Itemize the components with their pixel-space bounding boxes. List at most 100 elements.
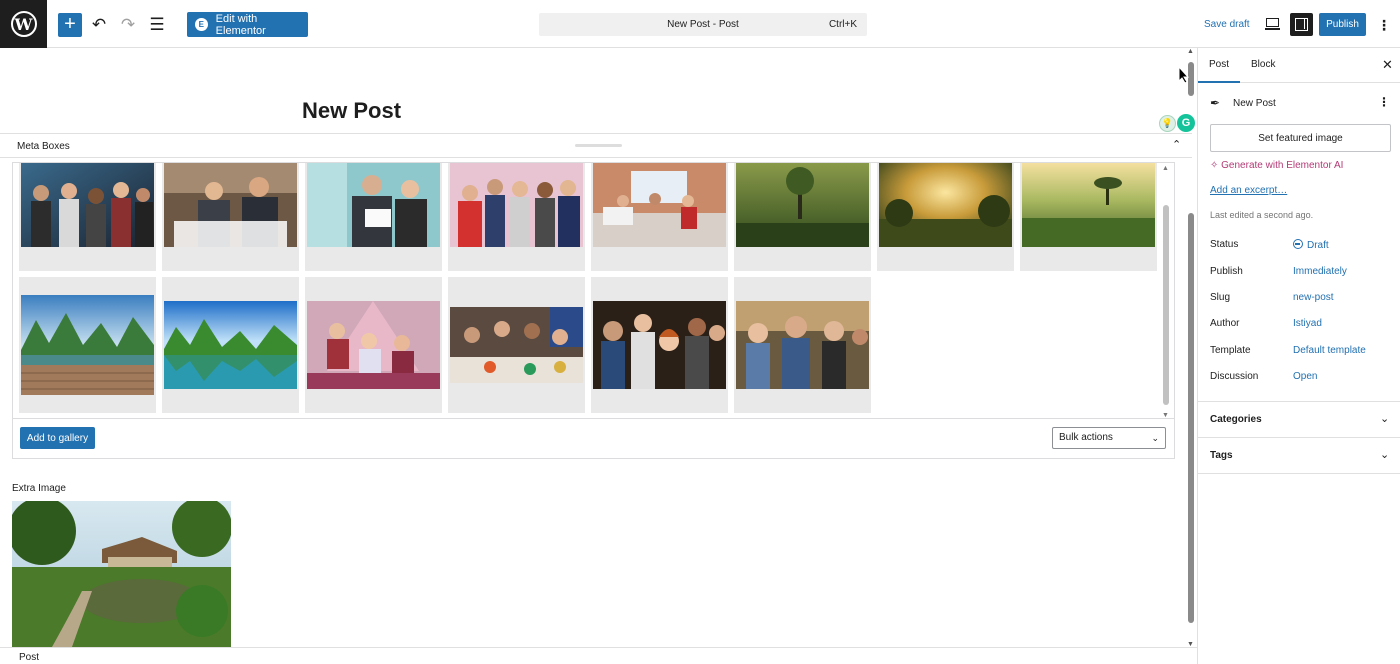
- chevron-down-icon: ⌄: [1380, 449, 1390, 461]
- gallery-item[interactable]: [19, 163, 156, 271]
- template-value[interactable]: Default template: [1293, 345, 1366, 356]
- scrollbar-thumb[interactable]: [1188, 213, 1194, 623]
- gallery-thumb-friends-laughing: [736, 301, 869, 389]
- gallery-item[interactable]: [734, 163, 871, 271]
- gallery-item[interactable]: [305, 277, 442, 413]
- gallery-thumb-sunrise-forest: [879, 163, 1012, 247]
- wordpress-logo-button[interactable]: W: [0, 0, 47, 48]
- bulb-icon[interactable]: 💡: [1159, 115, 1176, 132]
- chevron-down-icon: ⌄: [1151, 433, 1159, 443]
- gallery-item[interactable]: [305, 163, 442, 271]
- gallery-item[interactable]: [591, 277, 728, 413]
- chevron-up-icon[interactable]: ⌃: [1172, 138, 1181, 151]
- post-actions-more-icon[interactable]: ⋮: [1378, 95, 1390, 109]
- meta-boxes-label: Meta Boxes: [17, 141, 70, 152]
- gallery-thumb-office-lounge: [593, 163, 726, 247]
- resize-handle[interactable]: [575, 144, 622, 147]
- gallery-item[interactable]: [591, 163, 728, 271]
- author-label: Author: [1210, 318, 1240, 329]
- discussion-value[interactable]: Open: [1293, 371, 1317, 382]
- sidebar-tabs: Post Block ✕: [1197, 48, 1400, 83]
- gallery-thumb-kids-christmas: [307, 301, 440, 389]
- gallery-item[interactable]: [162, 277, 299, 413]
- editor-canvas: New Post 💡 G Meta Boxes ⌃ ▲ ▼ Add to gal…: [0, 48, 1197, 664]
- settings-sidebar-toggle[interactable]: [1290, 13, 1313, 36]
- block-inserter-button[interactable]: +: [58, 13, 82, 37]
- gallery-item[interactable]: [162, 163, 299, 271]
- wordpress-icon: W: [10, 11, 37, 37]
- draft-status-icon: [1293, 239, 1303, 249]
- template-row: Template Default template: [1210, 345, 1394, 359]
- slug-label: Slug: [1210, 292, 1231, 303]
- sidebar-icon: [1295, 18, 1308, 31]
- preview-screen-shape: [1265, 18, 1279, 27]
- elementor-icon: E: [195, 18, 208, 31]
- scrollbar-thumb[interactable]: [1163, 205, 1169, 405]
- categories-panel[interactable]: Categories ⌄: [1198, 401, 1400, 438]
- categories-label: Categories: [1210, 414, 1262, 425]
- editor-scrollbar[interactable]: ▲ ▼: [1186, 48, 1196, 648]
- gallery-item[interactable]: [448, 163, 585, 271]
- discussion-label: Discussion: [1210, 371, 1259, 382]
- publish-value[interactable]: Immediately: [1293, 266, 1347, 277]
- discussion-row: Discussion Open: [1210, 371, 1394, 385]
- add-excerpt-link[interactable]: Add an excerpt…: [1210, 185, 1287, 196]
- gallery-thumb-party: [21, 163, 154, 247]
- undo-icon[interactable]: ↶: [87, 13, 111, 37]
- tags-panel[interactable]: Tags ⌄: [1198, 437, 1400, 474]
- gallery-item[interactable]: [19, 277, 156, 413]
- settings-sidebar: Post Block ✕ ✒ New Post ⋮ Set featured i…: [1197, 48, 1400, 664]
- command-palette-bar[interactable]: New Post - Post Ctrl+K: [539, 13, 867, 36]
- options-more-icon[interactable]: ⋮: [1376, 13, 1392, 37]
- gallery-thumb-toast: [450, 163, 583, 247]
- publish-button[interactable]: Publish: [1319, 13, 1366, 36]
- redo-icon[interactable]: ↷: [116, 13, 140, 37]
- post-title[interactable]: New Post: [302, 98, 401, 124]
- preview-desktop-icon[interactable]: [1264, 16, 1280, 32]
- gallery-item[interactable]: [1020, 163, 1157, 271]
- post-name: New Post: [1233, 98, 1276, 109]
- gallery-thumb-documents: [307, 163, 440, 247]
- template-label: Template: [1210, 345, 1251, 356]
- gallery-thumb-business-meeting: [164, 163, 297, 247]
- gallery-thumb-family-dinner: [450, 307, 583, 383]
- last-edited-text: Last edited a second ago.: [1210, 210, 1314, 220]
- bulk-actions-select[interactable]: Bulk actions ⌄: [1052, 427, 1166, 449]
- gallery-item[interactable]: [448, 277, 585, 413]
- status-value[interactable]: Draft: [1293, 239, 1329, 251]
- generate-with-elementor-ai-link[interactable]: ✧ Generate with Elementor AI: [1210, 160, 1343, 171]
- author-row: Author Istiyad: [1210, 318, 1394, 332]
- close-icon[interactable]: ✕: [1382, 57, 1393, 73]
- slug-value[interactable]: new-post: [1293, 292, 1334, 303]
- bulk-actions-value: Bulk actions: [1059, 432, 1113, 443]
- post-summary: ✒ New Post ⋮: [1210, 95, 1394, 112]
- tab-post[interactable]: Post: [1197, 59, 1241, 83]
- gallery-thumb-karst-lake: [164, 301, 297, 389]
- post-icon: ✒: [1210, 96, 1221, 110]
- gallery-item[interactable]: [877, 163, 1014, 271]
- editor-header: W + ↶ ↷ ☰ E Edit with Elementor New Post…: [0, 0, 1400, 48]
- edit-with-elementor-button[interactable]: E Edit with Elementor: [187, 12, 308, 37]
- publish-row: Publish Immediately: [1210, 266, 1394, 280]
- tags-label: Tags: [1210, 450, 1233, 461]
- author-value[interactable]: Istiyad: [1293, 318, 1322, 329]
- scroll-up-arrow[interactable]: ▲: [1162, 165, 1169, 172]
- set-featured-image-button[interactable]: Set featured image: [1210, 124, 1391, 152]
- extra-image[interactable]: [12, 501, 231, 647]
- command-shortcut: Ctrl+K: [828, 19, 857, 30]
- document-overview-icon[interactable]: ☰: [145, 13, 169, 37]
- gallery-thumb-karst-boardwalk: [21, 295, 154, 395]
- scroll-up-arrow[interactable]: ▲: [1187, 48, 1194, 55]
- gallery-footer: Add to gallery Bulk actions ⌄: [13, 418, 1174, 458]
- save-draft-button[interactable]: Save draft: [1204, 19, 1250, 30]
- extra-image-label: Extra Image: [12, 483, 66, 494]
- gallery-thumb-green-valley: [1022, 163, 1155, 247]
- add-to-gallery-button[interactable]: Add to gallery: [20, 427, 95, 449]
- meta-boxes-header[interactable]: Meta Boxes ⌃: [0, 133, 1192, 158]
- chevron-down-icon: ⌄: [1380, 413, 1390, 425]
- tab-block[interactable]: Block: [1251, 59, 1275, 70]
- editor-footer: Post: [0, 647, 1197, 664]
- gallery-item[interactable]: [734, 277, 871, 413]
- gallery-scrollbar[interactable]: ▲ ▼: [1161, 165, 1171, 419]
- breadcrumb[interactable]: Post: [19, 652, 39, 663]
